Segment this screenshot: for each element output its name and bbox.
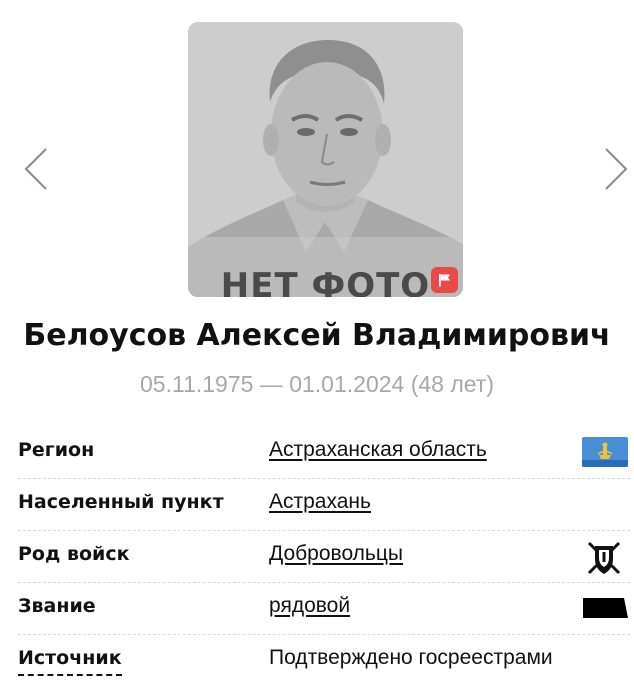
branch-link[interactable]: Добровольцы: [269, 540, 403, 568]
settlement-label: Населенный пункт: [18, 491, 224, 513]
source-label[interactable]: Источник: [18, 644, 122, 676]
region-link[interactable]: Астраханская область: [269, 436, 487, 464]
chevron-right-icon: [605, 148, 628, 190]
region-label: Регион: [18, 439, 95, 461]
info-row-settlement: Населенный пункт Астрахань: [18, 478, 630, 531]
previous-button[interactable]: [22, 147, 52, 191]
report-button[interactable]: [431, 267, 458, 293]
rank-label: Звание: [18, 595, 96, 617]
flag-icon: [439, 274, 450, 287]
no-photo-label: НЕТ ФОТО: [220, 266, 431, 297]
volunteer-emblem-icon: [585, 539, 623, 577]
info-row-region: Регион Астраханская область: [18, 426, 630, 479]
rank-insignia-icon: [583, 598, 628, 618]
portrait-silhouette-image: [188, 22, 463, 297]
chevron-left-icon: [24, 148, 47, 190]
info-row-rank: Звание рядовой: [18, 582, 630, 635]
info-row-source: Источник Подтверждено госреестрами: [18, 634, 630, 686]
info-row-branch: Род войск Добровольцы: [18, 530, 630, 583]
rank-link[interactable]: рядовой: [269, 592, 350, 620]
life-dates: 05.11.1975 — 01.01.2024 (48 лет): [140, 371, 494, 397]
region-flag-icon: [582, 437, 628, 467]
next-button[interactable]: [600, 147, 630, 191]
branch-label: Род войск: [18, 543, 130, 565]
photo-placeholder: НЕТ ФОТО: [188, 22, 463, 297]
source-value: Подтверждено госреестрами: [269, 646, 553, 669]
settlement-link[interactable]: Астрахань: [269, 488, 371, 516]
person-name: Белоусов Алексей Владимирович: [23, 318, 611, 353]
